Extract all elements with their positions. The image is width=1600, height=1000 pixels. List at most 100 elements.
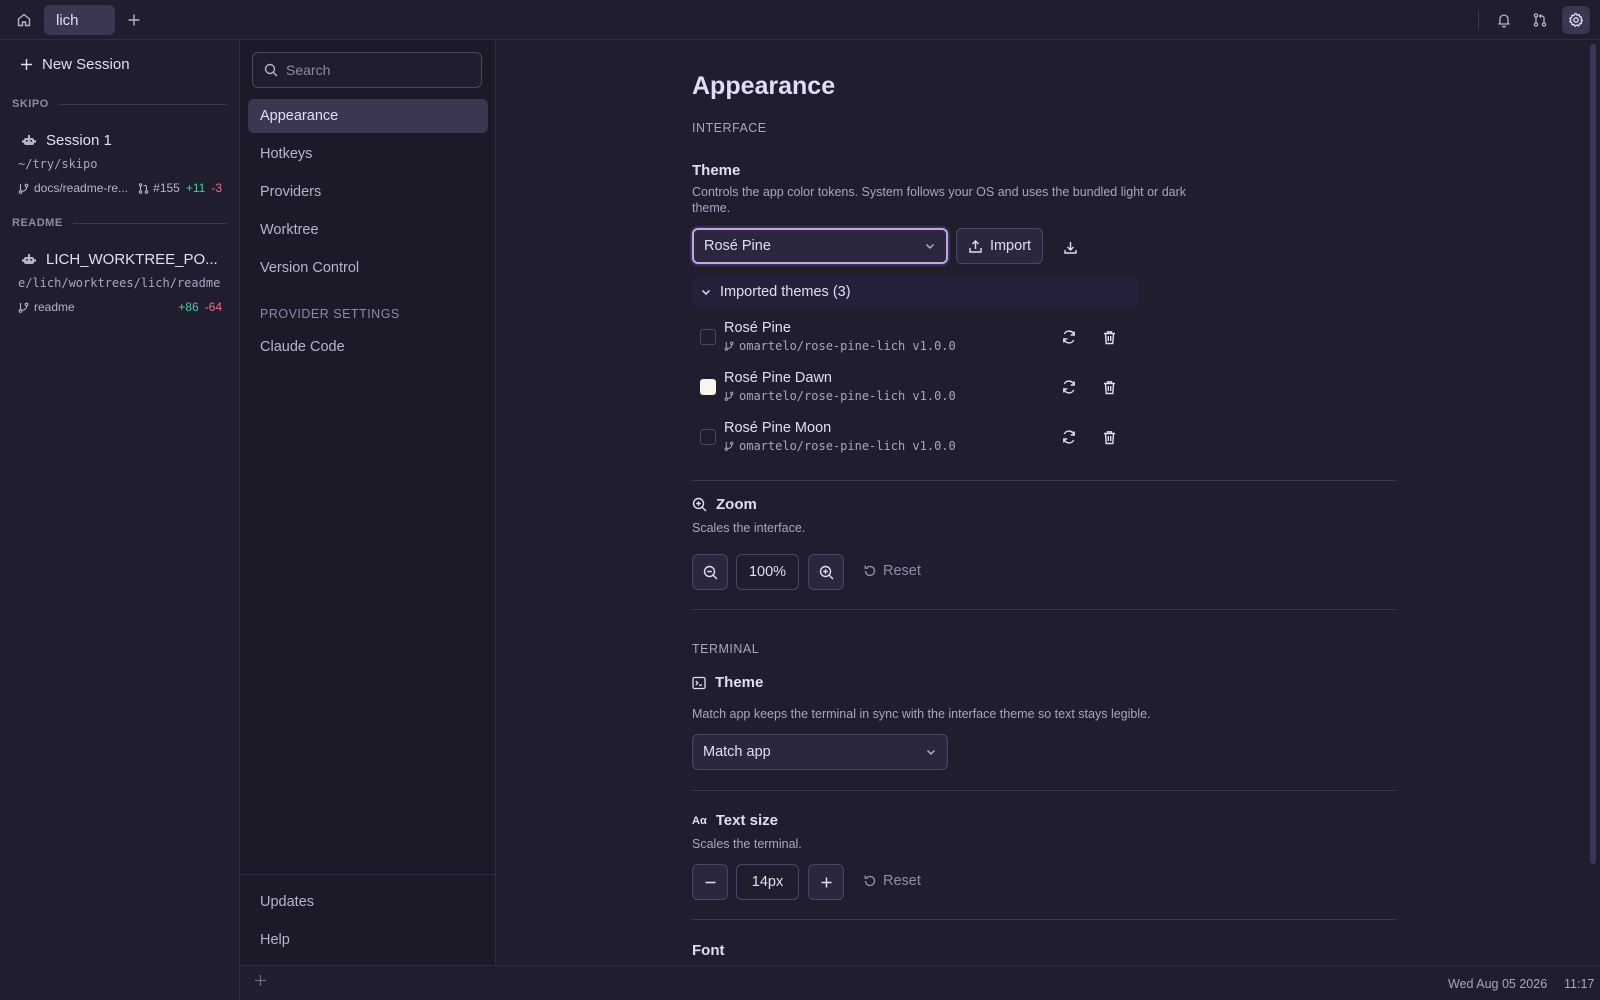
theme-checkbox[interactable] [700, 329, 716, 345]
nav-item-version-control[interactable]: Version Control [248, 251, 488, 285]
refresh-icon[interactable] [1058, 326, 1080, 348]
settings-content: Appearance INTERFACE Theme Controls the … [496, 40, 1600, 965]
imported-themes-toggle[interactable]: Imported themes (3) [692, 277, 1138, 307]
group-divider [72, 222, 227, 224]
session-path: ~/try/skipo [18, 157, 98, 171]
imported-theme-row: Rosé Pine Moon omartelo/rose-pine-lich v… [692, 418, 1128, 458]
settings-nav: Appearance Hotkeys Providers Worktree Ve… [240, 40, 496, 965]
home-icon[interactable] [10, 6, 38, 34]
session-item-session-1[interactable]: Session 1 [22, 132, 112, 149]
theme-name: Rosé Pine Moon [724, 420, 832, 436]
theme-name: Rosé Pine Dawn [724, 370, 832, 386]
zoom-out-icon [703, 565, 718, 580]
theme-source-text: omartelo/rose-pine-lich v1.0.0 [739, 389, 956, 403]
nav-item-help[interactable]: Help [248, 923, 488, 957]
group-divider [58, 103, 227, 105]
zoom-reset-button[interactable]: Reset [863, 563, 921, 579]
zoom-title: Zoom [716, 496, 757, 513]
terminal-theme-select-value: Match app [703, 744, 771, 760]
new-tab-plus-icon[interactable] [120, 6, 148, 34]
status-bar: Wed Aug 05 2026 11:17 [240, 965, 1600, 1000]
session-item-lich-worktree[interactable]: LICH_WORKTREE_PO... [22, 251, 218, 268]
text-size-increase-button[interactable] [808, 864, 844, 900]
nav-item-claude-code[interactable]: Claude Code [248, 330, 488, 364]
status-date: Wed Aug 05 2026 [1448, 977, 1548, 991]
section-divider [692, 919, 1396, 920]
trash-icon[interactable] [1098, 376, 1120, 398]
git-branch-icon [724, 341, 734, 351]
gear-icon[interactable] [1562, 6, 1590, 34]
zoom-in-button[interactable] [808, 554, 844, 590]
theme-source-text: omartelo/rose-pine-lich v1.0.0 [739, 339, 956, 353]
text-size-decrease-button[interactable] [692, 864, 728, 900]
robot-icon [22, 134, 36, 147]
zoom-out-button[interactable] [692, 554, 728, 590]
upload-icon [968, 239, 983, 254]
minus-icon [704, 876, 717, 889]
new-session-label: New Session [42, 56, 130, 73]
zoom-title-row: Zoom [692, 496, 757, 513]
group-header-readme: README [12, 217, 227, 229]
text-size-reset-button[interactable]: Reset [863, 873, 921, 889]
chevron-down-icon [924, 240, 936, 252]
session-title: LICH_WORKTREE_PO... [46, 251, 218, 268]
group-name: README [12, 217, 63, 229]
session-title: Session 1 [46, 132, 112, 149]
terminal-theme-title: Theme [715, 674, 764, 691]
nav-item-providers[interactable]: Providers [248, 175, 488, 209]
theme-description: Controls the app color tokens. System fo… [692, 185, 1187, 215]
session-meta: readme +86 -64 [18, 300, 222, 314]
section-divider [692, 790, 1396, 791]
reset-label: Reset [883, 873, 921, 889]
text-size-title-row: Aα Text size [692, 812, 778, 829]
download-icon[interactable] [1060, 237, 1080, 257]
trash-icon[interactable] [1098, 426, 1120, 448]
search-input[interactable] [286, 62, 476, 78]
page-title: Appearance [692, 72, 836, 100]
refresh-icon[interactable] [1058, 426, 1080, 448]
imported-themes-label: Imported themes (3) [720, 284, 851, 300]
terminal-theme-select[interactable]: Match app [692, 734, 948, 770]
reset-icon [863, 874, 877, 888]
additions-count: +86 [178, 300, 199, 314]
reset-label: Reset [883, 563, 921, 579]
theme-source-text: omartelo/rose-pine-lich v1.0.0 [739, 439, 956, 453]
refresh-icon[interactable] [1058, 376, 1080, 398]
nav-item-updates[interactable]: Updates [248, 885, 488, 919]
provider-settings-header: PROVIDER SETTINGS [260, 307, 400, 321]
scrollbar[interactable] [1590, 44, 1596, 864]
topbar-divider [1478, 10, 1479, 30]
zoom-icon [692, 497, 707, 512]
pr-number: #155 [153, 181, 180, 195]
bell-icon[interactable] [1490, 6, 1518, 34]
font-title: Font [692, 942, 725, 959]
robot-icon [22, 253, 36, 266]
terminal-theme-title-row: Theme [692, 674, 763, 691]
text-size-title: Text size [715, 812, 778, 829]
theme-checkbox[interactable] [700, 379, 716, 395]
zoom-value: 100% [736, 554, 799, 590]
text-size-description: Scales the terminal. [692, 837, 802, 851]
zoom-description: Scales the interface. [692, 521, 806, 535]
import-button[interactable]: Import [956, 228, 1043, 264]
chevron-down-icon [700, 286, 712, 298]
plus-icon[interactable] [254, 974, 267, 987]
nav-item-worktree[interactable]: Worktree [248, 213, 488, 247]
group-name: SKIPO [12, 98, 49, 110]
session-meta: docs/readme-re... #155 +11 -3 [18, 181, 222, 195]
reset-icon [863, 564, 877, 578]
plus-icon [20, 58, 33, 71]
terminal-icon [692, 676, 706, 690]
group-header-skipo: SKIPO [12, 98, 227, 110]
theme-checkbox[interactable] [700, 429, 716, 445]
nav-item-appearance[interactable]: Appearance [248, 99, 488, 133]
nav-item-hotkeys[interactable]: Hotkeys [248, 137, 488, 171]
theme-select[interactable]: Rosé Pine [692, 228, 948, 264]
search-box[interactable] [252, 52, 482, 88]
git-pull-request-icon[interactable] [1526, 6, 1554, 34]
section-label-terminal: TERMINAL [692, 642, 760, 656]
imported-theme-row: Rosé Pine omartelo/rose-pine-lich v1.0.0 [692, 318, 1128, 358]
new-session-button[interactable]: New Session [20, 56, 130, 73]
tab-lich[interactable]: lich [44, 5, 115, 35]
trash-icon[interactable] [1098, 326, 1120, 348]
